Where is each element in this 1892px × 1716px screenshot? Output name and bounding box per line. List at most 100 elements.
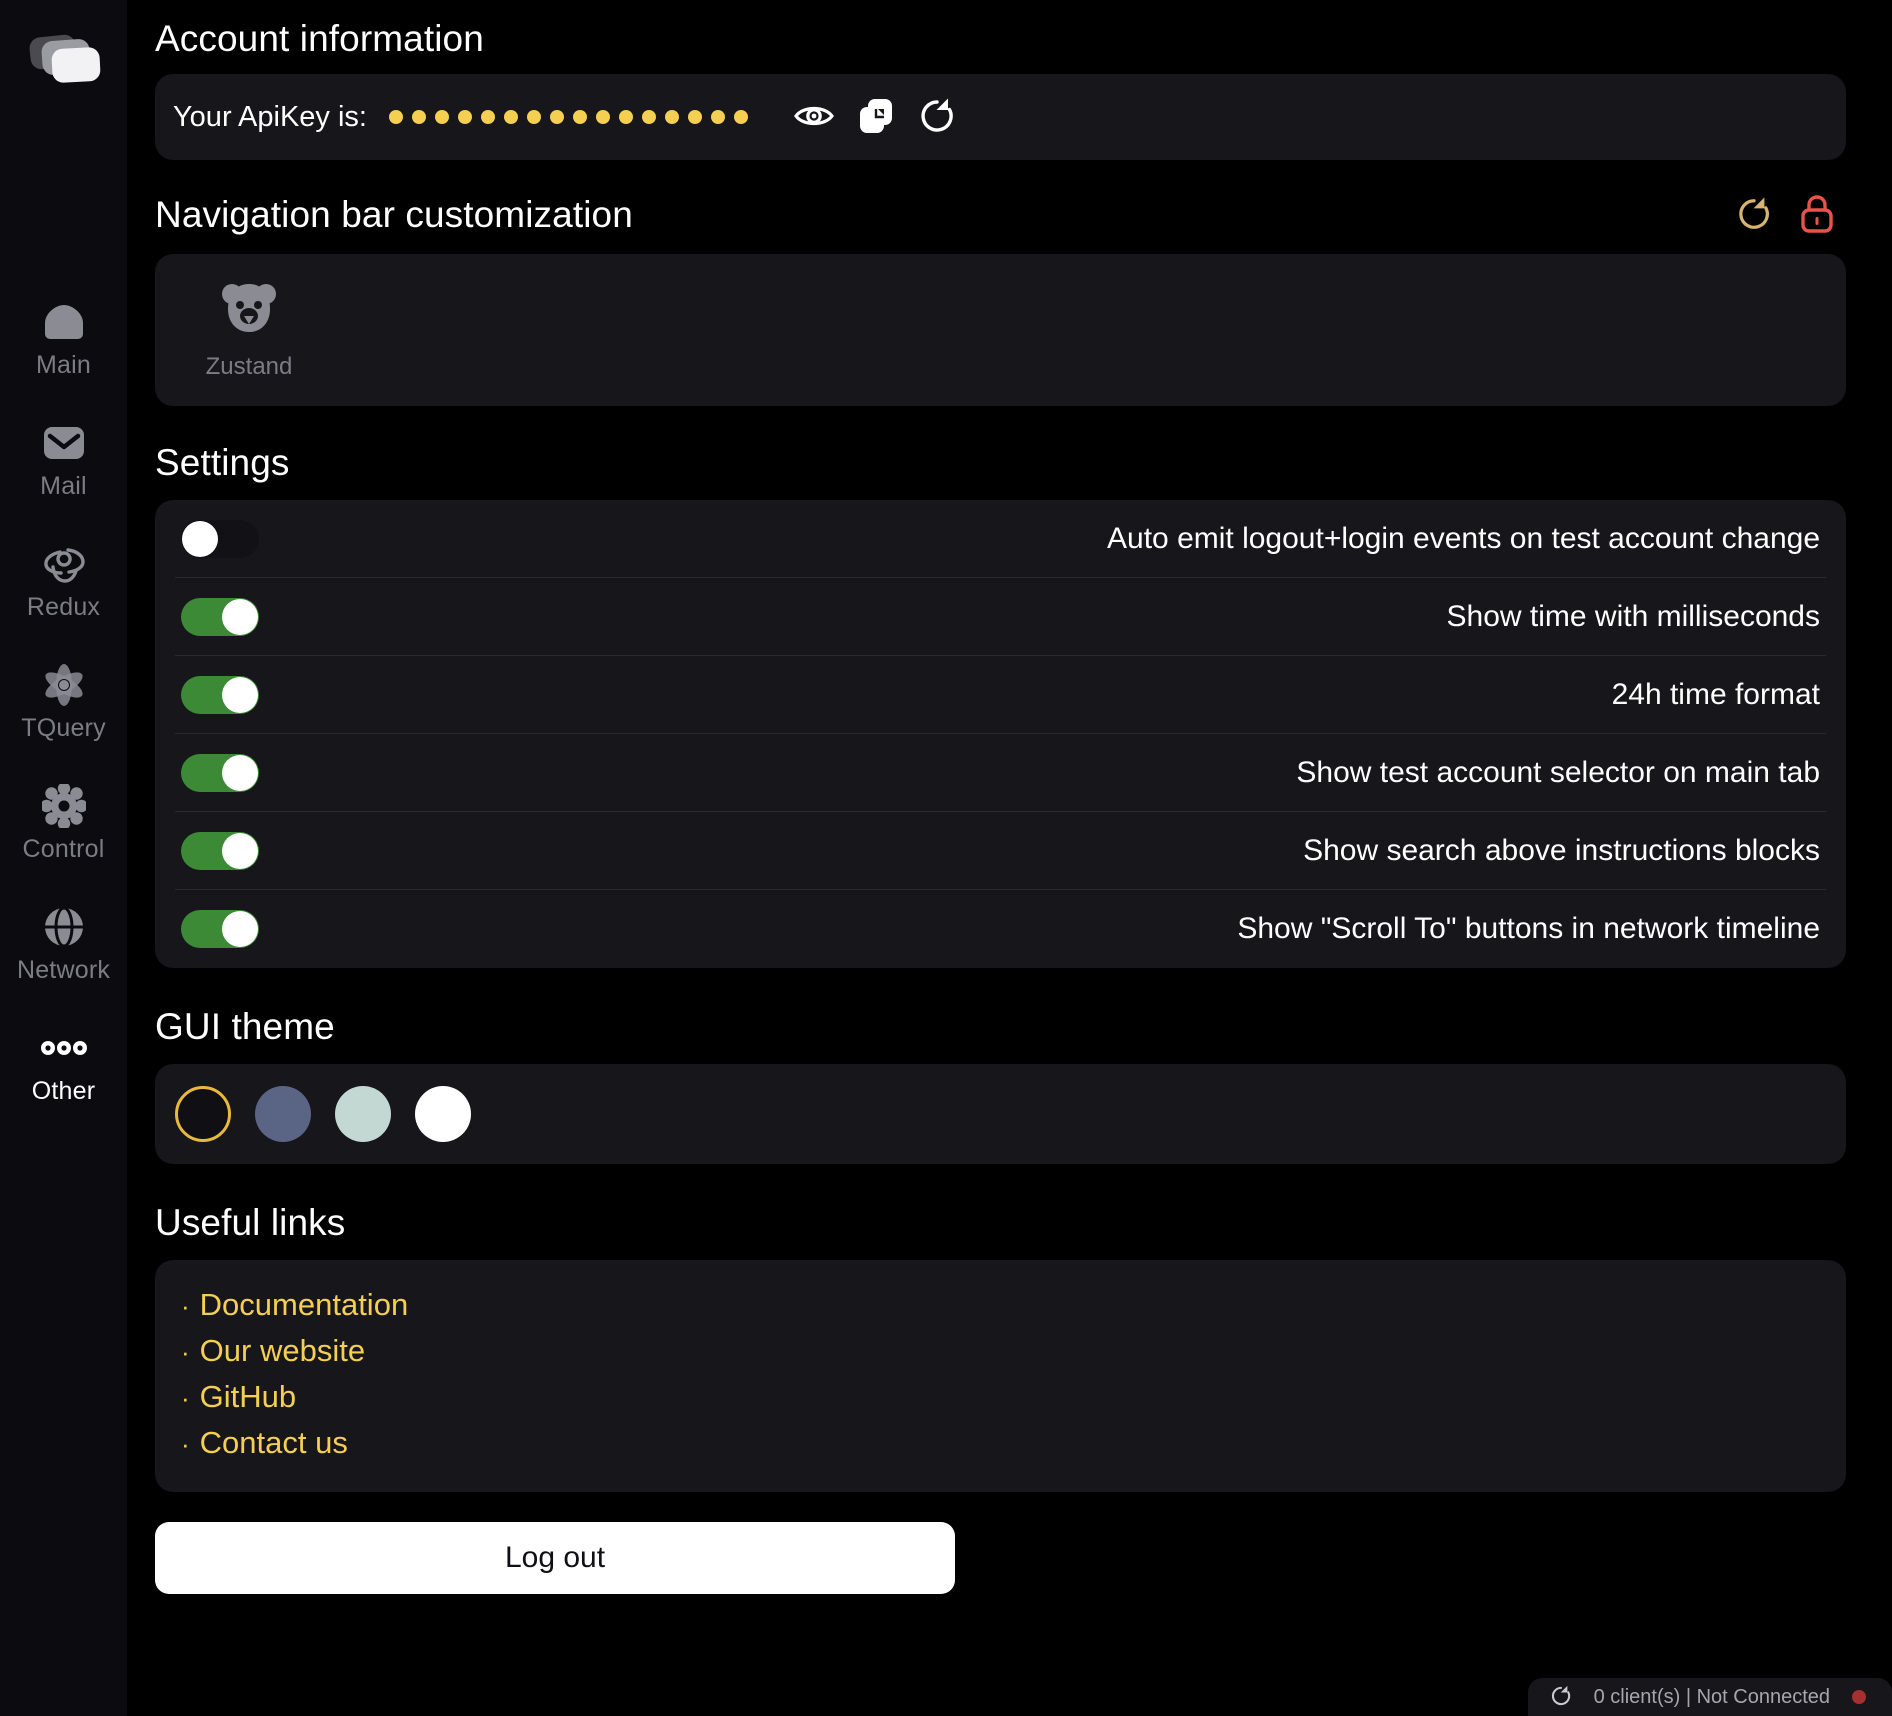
- setting-row: Auto emit logout+login events on test ac…: [175, 500, 1826, 578]
- apikey-mask-dot: [642, 110, 656, 124]
- theme-dark-swatch[interactable]: [175, 1086, 231, 1142]
- sidebar-item-label: Network: [16, 956, 111, 984]
- useful-links-section: Useful links · Documentation · Our website ·…: [155, 1202, 1846, 1492]
- sidebar: Main Mail Redux TQuery Control Network O…: [0, 0, 127, 1716]
- reset-navbar-button[interactable]: [1736, 196, 1772, 235]
- navbar-customization-title: Navigation bar customization: [155, 194, 633, 235]
- apikey-mask-dot: [458, 110, 472, 124]
- setting-toggle[interactable]: [181, 753, 259, 792]
- copy-apikey-button[interactable]: [858, 97, 894, 138]
- apikey-panel: Your ApiKey is:: [155, 74, 1846, 160]
- mail-icon: [41, 420, 87, 466]
- bullet-icon: ·: [181, 1383, 190, 1413]
- refresh-icon: [1736, 196, 1772, 235]
- toggle-knob: [222, 676, 258, 713]
- status-text: 0 client(s) | Not Connected: [1593, 1685, 1830, 1708]
- sidebar-item-label: Redux: [26, 593, 101, 621]
- setting-toggle[interactable]: [181, 831, 259, 870]
- sidebar-item-label: TQuery: [21, 714, 106, 742]
- sidebar-item-label: Main: [36, 351, 91, 379]
- apikey-mask-dot: [389, 110, 403, 124]
- status-bar: 0 client(s) | Not Connected: [1527, 1678, 1892, 1716]
- sidebar-item-network[interactable]: Network: [0, 893, 127, 994]
- toggle-knob: [222, 754, 258, 791]
- logout-section: Log out: [155, 1522, 1846, 1628]
- apikey-mask-dot: [412, 110, 426, 124]
- navbar-chip-zustand[interactable]: Zustand: [195, 280, 303, 381]
- navbar-chip-label: Zustand: [205, 352, 293, 380]
- apikey-mask-dot: [665, 110, 679, 124]
- apikey-mask-dot: [596, 110, 610, 124]
- setting-row: Show search above instructions blocks: [175, 812, 1826, 890]
- settings-panel: Auto emit logout+login events on test ac…: [155, 500, 1846, 968]
- theme-light-swatch[interactable]: [415, 1086, 471, 1142]
- sidebar-item-label: Mail: [40, 472, 87, 500]
- sidebar-item-mail[interactable]: Mail: [0, 409, 127, 510]
- eye-icon: [794, 102, 834, 133]
- useful-link[interactable]: Documentation: [200, 1287, 409, 1323]
- setting-label: Show test account selector on main tab: [1296, 755, 1820, 789]
- sidebar-item-control[interactable]: Control: [0, 772, 127, 873]
- account-information-section: Account information Your ApiKey is:: [155, 0, 1846, 160]
- gear-icon: [41, 783, 87, 829]
- navbar-customization-header: Navigation bar customization: [155, 194, 1846, 236]
- lock-icon: [1800, 194, 1834, 236]
- apikey-actions: [794, 97, 956, 138]
- bullet-icon: ·: [181, 1337, 190, 1367]
- navbar-customization-actions: [1736, 194, 1846, 236]
- useful-link[interactable]: Contact us: [200, 1425, 348, 1461]
- lock-navbar-button[interactable]: [1800, 194, 1834, 236]
- dots-icon: [40, 1025, 87, 1071]
- useful-link-row: · Documentation: [181, 1282, 1846, 1328]
- sidebar-item-label: Other: [31, 1077, 96, 1105]
- sidebar-item-other[interactable]: Other: [0, 1014, 127, 1115]
- useful-link-row: · GitHub: [181, 1374, 1846, 1420]
- theme-mint-swatch[interactable]: [335, 1086, 391, 1142]
- reveal-apikey-button[interactable]: [794, 102, 834, 133]
- setting-label: Show time with milliseconds: [1446, 599, 1820, 633]
- regenerate-apikey-button[interactable]: [918, 97, 956, 138]
- theme-slate-swatch[interactable]: [255, 1086, 311, 1142]
- setting-label: Auto emit logout+login events on test ac…: [1107, 521, 1820, 555]
- toggle-knob: [222, 911, 258, 947]
- apikey-mask-dot: [481, 110, 495, 124]
- refresh-icon: [918, 97, 956, 138]
- sidebar-item-tquery[interactable]: TQuery: [0, 651, 127, 752]
- apikey-mask-dot: [619, 110, 633, 124]
- setting-row: Show "Scroll To" buttons in network time…: [175, 890, 1826, 968]
- react-query-icon: [41, 662, 87, 708]
- copy-icon: [858, 97, 894, 138]
- gui-theme-section: GUI theme: [155, 1006, 1846, 1164]
- home-icon: [41, 299, 87, 345]
- setting-label: Show search above instructions blocks: [1303, 833, 1820, 867]
- sidebar-item-main[interactable]: Main: [0, 288, 127, 389]
- toggle-knob: [222, 832, 258, 869]
- apikey-mask-dot: [435, 110, 449, 124]
- bear-icon: [218, 280, 280, 343]
- logo-square-front: [50, 46, 101, 84]
- bullet-icon: ·: [181, 1291, 190, 1321]
- redux-icon: [41, 541, 87, 587]
- setting-toggle[interactable]: [181, 675, 259, 714]
- setting-toggle[interactable]: [181, 597, 259, 636]
- setting-toggle[interactable]: [181, 910, 259, 948]
- status-refresh-button[interactable]: [1550, 1685, 1572, 1710]
- useful-link[interactable]: GitHub: [200, 1379, 296, 1415]
- sidebar-item-label: Control: [22, 835, 105, 863]
- setting-label: 24h time format: [1611, 677, 1820, 711]
- bullet-icon: ·: [181, 1429, 190, 1459]
- settings-section: Settings Auto emit logout+login events o…: [155, 442, 1846, 968]
- useful-links-panel: · Documentation · Our website · GitHub · Contac…: [155, 1260, 1846, 1492]
- gui-theme-panel: [155, 1064, 1846, 1164]
- sidebar-item-redux[interactable]: Redux: [0, 530, 127, 631]
- apikey-label: Your ApiKey is:: [173, 100, 367, 133]
- gui-theme-title: GUI theme: [155, 1006, 335, 1047]
- apikey-mask-dot: [711, 110, 725, 124]
- useful-link[interactable]: Our website: [200, 1333, 365, 1369]
- setting-toggle[interactable]: [181, 519, 259, 558]
- app-root: Main Mail Redux TQuery Control Network O…: [0, 0, 1892, 1716]
- apikey-masked-value: [389, 110, 748, 124]
- log-out-button[interactable]: Log out: [155, 1522, 955, 1594]
- navbar-chips-panel: Zustand: [155, 254, 1846, 406]
- main-content: Account information Your ApiKey is: Navi…: [127, 0, 1892, 1716]
